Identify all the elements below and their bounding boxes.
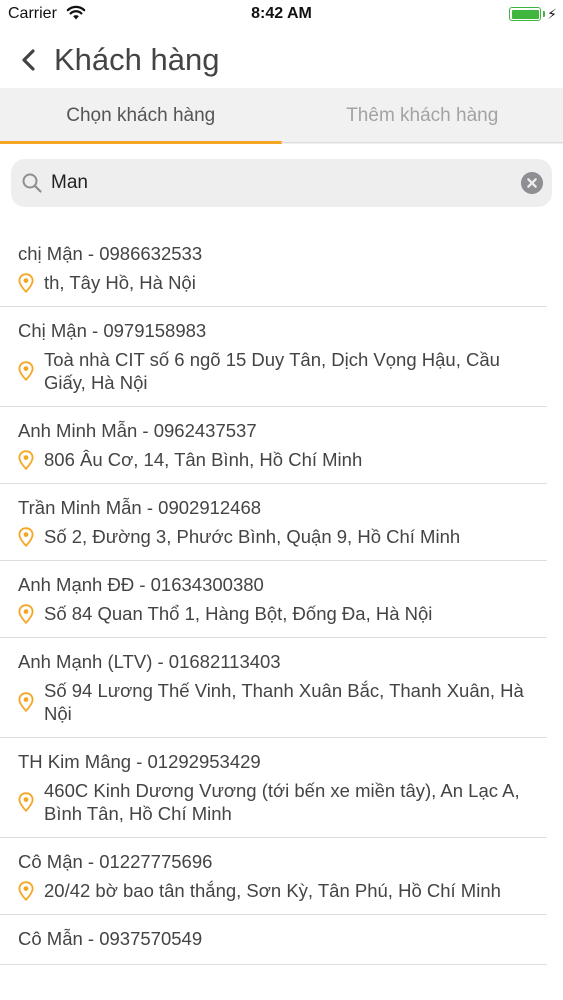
- customer-address: Số 84 Quan Thổ 1, Hàng Bột, Đống Đa, Hà …: [18, 602, 531, 625]
- battery-cap: [543, 11, 545, 17]
- customer-name-phone: chị Mận - 0986632533: [18, 243, 203, 264]
- customer-row[interactable]: Cô Mẫn - 0937570549: [0, 915, 547, 965]
- status-time: 8:42 AM: [251, 5, 312, 22]
- location-pin-icon: [18, 603, 34, 624]
- location-pin-icon: [18, 272, 34, 293]
- customer-address-text: Số 2, Đường 3, Phước Bình, Quận 9, Hồ Ch…: [44, 526, 461, 547]
- customer-name-phone: TH Kim Mâng - 01292953429: [18, 751, 261, 772]
- clear-search-icon[interactable]: [521, 172, 543, 194]
- customer-name-phone: Cô Mận - 01227775696: [18, 851, 213, 872]
- customer-address-text: 20/42 bờ bao tân thắng, Sơn Kỳ, Tân Phú,…: [44, 880, 501, 901]
- customer-list: chị Mận - 0986632533 th, Tây Hồ, Hà Nội Ch…: [0, 230, 563, 965]
- tab-divider: [281, 142, 563, 143]
- customer-address-text: Toà nhà CIT số 6 ngõ 15 Duy Tân, Dịch Vọ…: [44, 349, 500, 393]
- location-pin-icon: [18, 526, 34, 547]
- page-title: Khách hàng: [54, 42, 220, 77]
- battery-icon: [509, 7, 541, 21]
- charging-bolt-icon: ⚡: [547, 6, 557, 22]
- customer-name-phone: Anh Mạnh ĐĐ - 01634300380: [18, 574, 264, 595]
- customer-row[interactable]: Anh Minh Mẫn - 0962437537 806 Âu Cơ, 14, …: [0, 407, 547, 484]
- back-chevron-icon[interactable]: [16, 44, 42, 76]
- customer-address-text: 806 Âu Cơ, 14, Tân Bình, Hồ Chí Minh: [44, 449, 363, 470]
- customer-row[interactable]: Anh Mạnh ĐĐ - 01634300380 Số 84 Quan Thổ …: [0, 561, 547, 638]
- segment-tabs: Chọn khách hàng Thêm khách hàng: [0, 88, 563, 144]
- customer-address: Số 2, Đường 3, Phước Bình, Quận 9, Hồ Ch…: [18, 525, 531, 548]
- search-input[interactable]: [51, 159, 511, 207]
- customer-name-phone: Chị Mận - 0979158983: [18, 320, 207, 341]
- customer-row[interactable]: chị Mận - 0986632533 th, Tây Hồ, Hà Nội: [0, 230, 547, 307]
- location-pin-icon: [18, 692, 34, 712]
- customer-address: 20/42 bờ bao tân thắng, Sơn Kỳ, Tân Phú,…: [18, 879, 531, 902]
- active-tab-indicator: [0, 141, 282, 144]
- search-bar: [11, 159, 552, 207]
- customer-row[interactable]: Trần Minh Mẫn - 0902912468 Số 2, Đường 3,…: [0, 484, 547, 561]
- customer-row[interactable]: TH Kim Mâng - 01292953429 460C Kinh Dương…: [0, 738, 547, 838]
- customer-address: 806 Âu Cơ, 14, Tân Bình, Hồ Chí Minh: [18, 448, 531, 471]
- tab-add-customer[interactable]: Thêm khách hàng: [282, 88, 563, 144]
- customer-name-phone: Anh Mạnh (LTV) - 01682113403: [18, 651, 281, 672]
- customer-address-text: th, Tây Hồ, Hà Nội: [44, 272, 196, 293]
- customer-address: Toà nhà CIT số 6 ngõ 15 Duy Tân, Dịch Vọ…: [18, 348, 531, 394]
- tab-select-customer[interactable]: Chọn khách hàng: [0, 88, 282, 144]
- location-pin-icon: [18, 361, 34, 381]
- customer-row[interactable]: Cô Mận - 01227775696 20/42 bờ bao tân thắ…: [0, 838, 547, 915]
- customer-name-phone: Anh Minh Mẫn - 0962437537: [18, 420, 257, 441]
- customer-address: Số 94 Lương Thế Vinh, Thanh Xuân Bắc, Th…: [18, 679, 531, 725]
- search-icon: [22, 173, 42, 193]
- customer-address-text: Số 84 Quan Thổ 1, Hàng Bột, Đống Đa, Hà …: [44, 603, 433, 624]
- customer-address-text: Số 94 Lương Thế Vinh, Thanh Xuân Bắc, Th…: [44, 680, 524, 724]
- location-pin-icon: [18, 449, 34, 470]
- tab-label: Thêm khách hàng: [346, 105, 499, 126]
- customer-name-phone: Cô Mẫn - 0937570549: [18, 928, 203, 949]
- customer-name-phone: Trần Minh Mẫn - 0902912468: [18, 497, 262, 518]
- customer-row[interactable]: Chị Mận - 0979158983 Toà nhà CIT số 6 ngõ…: [0, 307, 547, 407]
- customer-address-text: 460C Kinh Dương Vương (tới bến xe miền t…: [44, 780, 520, 824]
- navigation-bar: Khách hàng: [0, 30, 563, 88]
- customer-address: th, Tây Hồ, Hà Nội: [18, 271, 531, 294]
- customer-row[interactable]: Anh Mạnh (LTV) - 01682113403 Số 94 Lương …: [0, 638, 547, 738]
- customer-address: 460C Kinh Dương Vương (tới bến xe miền t…: [18, 779, 531, 825]
- location-pin-icon: [18, 880, 34, 901]
- status-bar: Carrier 8:42 AM ⚡: [0, 0, 563, 30]
- tab-label: Chọn khách hàng: [66, 105, 216, 126]
- location-pin-icon: [18, 792, 34, 812]
